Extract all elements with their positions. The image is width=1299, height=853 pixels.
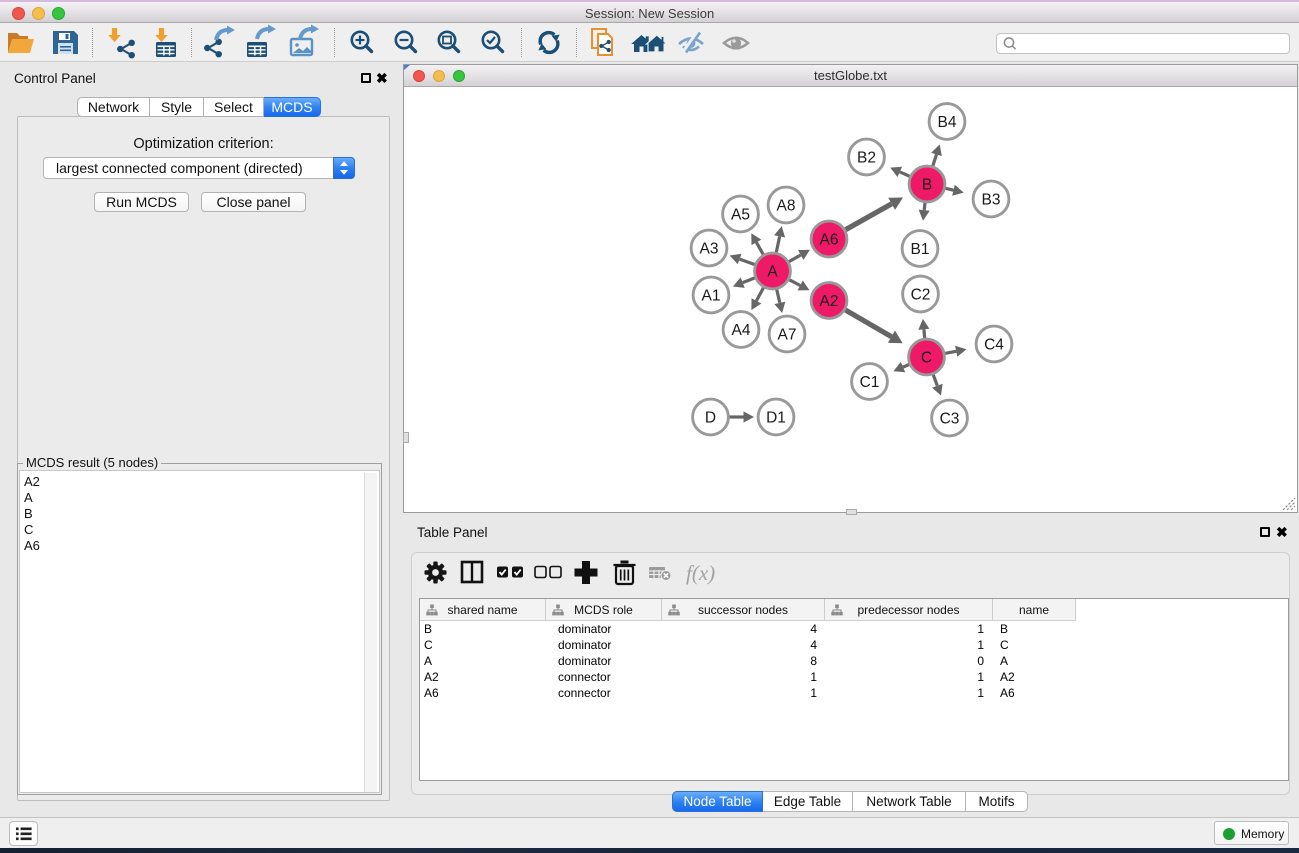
svg-text:C3: C3 [940, 410, 960, 427]
svg-text:B1: B1 [911, 241, 930, 258]
svg-text:B: B [922, 176, 932, 193]
svg-text:C1: C1 [860, 374, 880, 391]
svg-text:C4: C4 [984, 336, 1004, 353]
svg-text:f(x): f(x) [686, 561, 715, 585]
svg-text:A: A [767, 263, 778, 280]
svg-text:A4: A4 [732, 322, 751, 339]
svg-text:B2: B2 [857, 149, 876, 166]
svg-text:A1: A1 [702, 287, 721, 304]
svg-text:D1: D1 [766, 409, 786, 426]
svg-text:C: C [921, 349, 932, 366]
svg-text:D: D [705, 409, 716, 426]
svg-text:A8: A8 [777, 197, 796, 214]
svg-text:A5: A5 [731, 206, 750, 223]
svg-text:A3: A3 [700, 240, 719, 257]
svg-text:C2: C2 [911, 286, 931, 303]
svg-text:B3: B3 [982, 191, 1001, 208]
svg-text:A2: A2 [820, 293, 839, 310]
svg-text:B4: B4 [938, 114, 957, 131]
svg-text:A7: A7 [778, 326, 797, 343]
svg-text:A6: A6 [820, 231, 839, 248]
